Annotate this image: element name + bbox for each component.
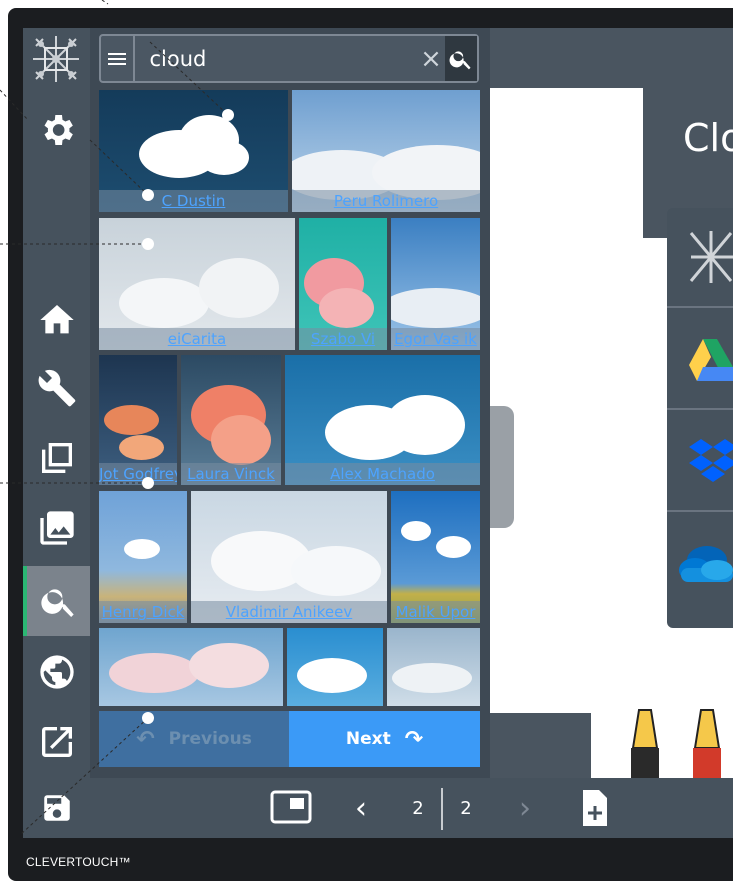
chevron-left-icon: ‹: [355, 790, 367, 826]
pages-button[interactable]: [23, 428, 90, 488]
previous-page-button[interactable]: ‹: [343, 778, 379, 838]
image-result[interactable]: C Dustin: [99, 90, 288, 212]
bottom-toolbar: ‹ 2 2 ›: [23, 778, 733, 838]
search-submit-button[interactable]: [444, 36, 477, 81]
add-page-icon: [583, 790, 607, 826]
image-result[interactable]: Henrg Dick: [99, 491, 187, 623]
wrench-icon: [38, 369, 75, 407]
undo-arrow-icon: ↶: [136, 726, 155, 752]
picture-in-picture-button[interactable]: [268, 778, 314, 838]
search-panel: × C Dustin Peru Rolimero eiCar: [90, 28, 490, 778]
image-result[interactable]: [287, 628, 383, 706]
search-bar: ×: [99, 34, 479, 83]
page-divider: [441, 788, 443, 830]
redo-arrow-icon: ↷: [404, 726, 424, 752]
image-credit-link[interactable]: eiCarita: [99, 328, 295, 350]
image-credit-link[interactable]: Szabo Vi: [299, 328, 387, 350]
app-logo-icon: [689, 231, 733, 283]
image-result[interactable]: Laura Vinck: [181, 355, 281, 485]
markers-tray: [591, 700, 733, 778]
settings-button[interactable]: [23, 100, 90, 160]
home-button[interactable]: [23, 290, 90, 350]
next-button[interactable]: Next ↷: [289, 711, 480, 767]
gear-icon: [44, 115, 73, 145]
photo-library-icon: [39, 511, 74, 545]
image-result[interactable]: [387, 628, 480, 706]
cloud-storage-list: [667, 208, 733, 628]
image-result[interactable]: eiCarita: [99, 218, 295, 350]
clear-search-button[interactable]: ×: [417, 36, 444, 81]
image-credit-link[interactable]: Laura Vinck: [181, 463, 281, 485]
storage-dropbox-item[interactable]: [667, 412, 733, 512]
web-button[interactable]: [23, 642, 90, 702]
globe-icon: [39, 655, 74, 689]
menu-icon: [108, 52, 127, 65]
previous-label: Previous: [168, 729, 252, 749]
search-input[interactable]: [135, 36, 418, 81]
image-credit-link[interactable]: Jot Godfrey: [99, 463, 177, 485]
image-result[interactable]: Szabo Vi: [299, 218, 387, 350]
sidebar: [23, 28, 90, 778]
panel-resize-handle[interactable]: [490, 406, 514, 528]
image-credit-link[interactable]: Peru Rolimero: [292, 190, 480, 212]
image-result[interactable]: Vladimir Anikeev: [191, 491, 387, 623]
picture-in-picture-icon: [270, 790, 312, 824]
brand-label: CLEVERTOUCH™: [26, 855, 131, 869]
onedrive-icon: [679, 546, 733, 582]
next-label: Next: [345, 729, 391, 749]
image-result[interactable]: Alex Machado: [285, 355, 480, 485]
storage-google-drive-item[interactable]: [667, 310, 733, 410]
image-results-grid: C Dustin Peru Rolimero eiCarita Szabo Vi…: [99, 90, 480, 706]
search-menu-button[interactable]: [101, 36, 136, 81]
image-credit-link[interactable]: Henrg Dick: [99, 601, 187, 623]
dropbox-icon: [689, 439, 733, 482]
image-result[interactable]: Egor Vas ik: [391, 218, 480, 350]
pagination: ↶ Previous Next ↷: [99, 711, 480, 767]
previous-button[interactable]: ↶ Previous: [99, 711, 289, 767]
storage-onedrive-item[interactable]: [667, 514, 733, 614]
image-credit-link[interactable]: Egor Vas ik: [391, 328, 480, 350]
export-button[interactable]: [23, 712, 90, 772]
copy-pages-icon: [41, 443, 72, 473]
storage-local-item[interactable]: [667, 208, 733, 308]
save-icon: [44, 795, 70, 821]
images-button[interactable]: [23, 498, 90, 558]
current-page-number: 2: [412, 797, 424, 819]
image-result[interactable]: Malik Upor: [391, 491, 480, 623]
image-credit-link[interactable]: Malik Upor: [391, 601, 480, 623]
next-page-button[interactable]: ›: [507, 778, 543, 838]
search-icon: [449, 50, 471, 69]
image-result[interactable]: [99, 628, 283, 706]
save-button[interactable]: [33, 778, 81, 838]
add-page-button[interactable]: [573, 778, 617, 838]
storage-panel-title: Clo: [683, 116, 733, 160]
markers-icon: [631, 709, 721, 778]
tools-button[interactable]: [23, 358, 90, 418]
total-pages-number: 2: [460, 797, 472, 819]
image-result[interactable]: Jot Godfrey: [99, 355, 177, 485]
open-external-icon: [41, 727, 72, 757]
screen: × C Dustin Peru Rolimero eiCar: [23, 28, 733, 838]
image-credit-link[interactable]: C Dustin: [99, 190, 288, 212]
image-credit-link[interactable]: Vladimir Anikeev: [191, 601, 387, 623]
chevron-right-icon: ›: [519, 790, 531, 826]
home-icon: [39, 305, 74, 334]
search-icon: [40, 589, 74, 617]
image-credit-link[interactable]: Alex Machado: [285, 463, 480, 485]
app-logo-icon: [33, 36, 79, 82]
image-result[interactable]: Peru Rolimero: [292, 90, 480, 212]
search-tool-button[interactable]: [23, 566, 90, 636]
google-drive-icon: [689, 339, 733, 381]
